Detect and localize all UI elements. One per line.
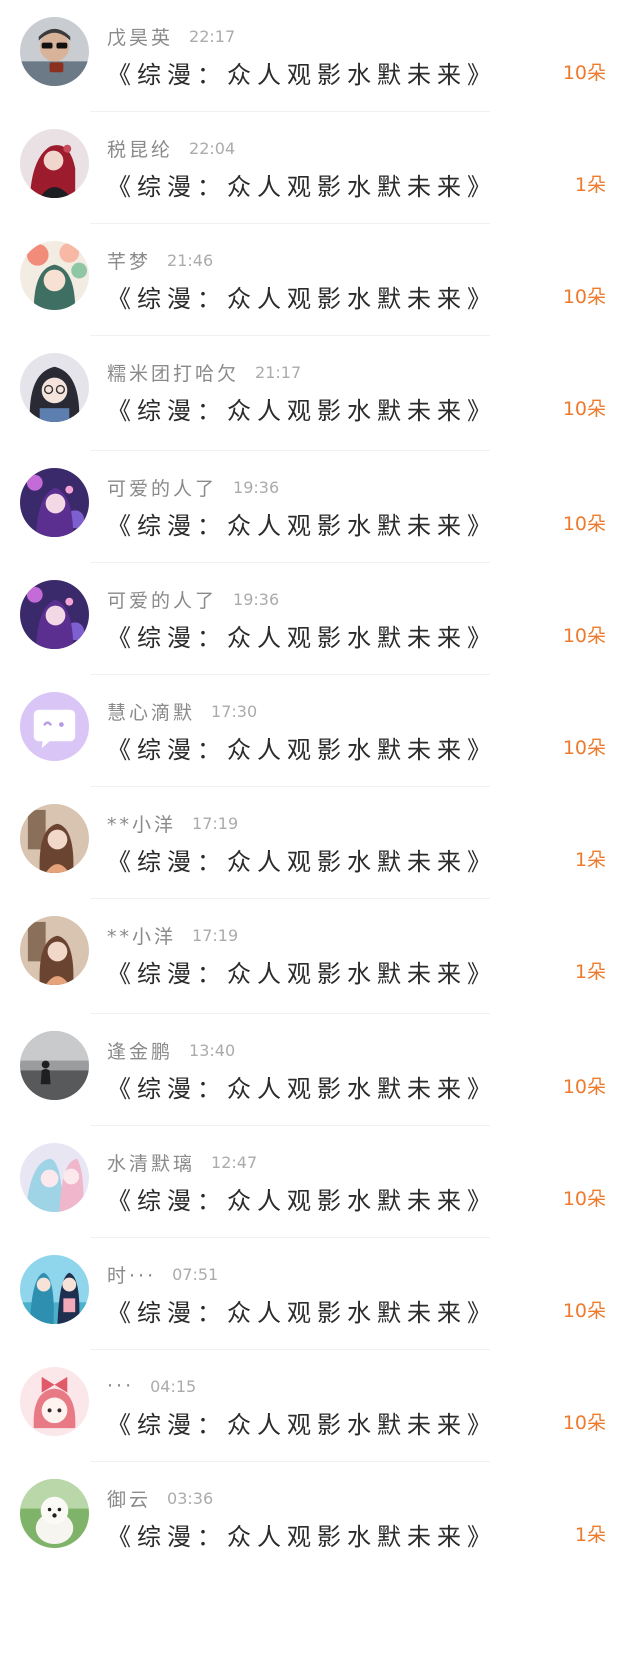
gift-count: 10朵 xyxy=(562,1188,606,1210)
avatar-couple-beach-icon xyxy=(20,1255,89,1324)
avatar-brown-hair-girl-icon xyxy=(20,916,89,985)
user-name[interactable]: 芊梦 xyxy=(107,247,151,274)
gift-count: 1朵 xyxy=(574,849,606,871)
avatar[interactable] xyxy=(20,468,89,537)
list-item[interactable]: **小洋 17:19 《综漫：众人观影水默未来》 1朵 xyxy=(0,899,640,1014)
avatar-purple-anime-icon xyxy=(20,468,89,537)
timestamp: 17:19 xyxy=(192,813,239,833)
avatar-chibi-bow-icon xyxy=(20,1367,89,1436)
gift-count: 10朵 xyxy=(562,1076,606,1098)
user-name[interactable]: 糯米团打哈欠 xyxy=(107,359,239,386)
list-item[interactable]: 戊昊英 22:17 《综漫：众人观影水默未来》 10朵 xyxy=(0,0,640,112)
avatar[interactable] xyxy=(20,1031,89,1100)
avatar[interactable] xyxy=(20,353,89,422)
avatar[interactable] xyxy=(20,129,89,198)
avatar[interactable] xyxy=(20,1143,89,1212)
timestamp: 17:19 xyxy=(192,925,239,945)
avatar[interactable] xyxy=(20,1367,89,1436)
user-name[interactable]: 可爱的人了 xyxy=(107,474,217,501)
book-title[interactable]: 《综漫：众人观影水默未来》 xyxy=(107,1405,497,1440)
gift-count: 10朵 xyxy=(562,398,606,420)
avatar-sea-silhouette-icon xyxy=(20,1031,89,1100)
list-item[interactable]: ··· 04:15 《综漫：众人观影水默未来》 10朵 xyxy=(0,1350,640,1462)
avatar-glasses-girl-icon xyxy=(20,353,89,422)
list-item[interactable]: 逢金鹏 13:40 《综漫：众人观影水默未来》 10朵 xyxy=(0,1014,640,1126)
user-name[interactable]: 逢金鹏 xyxy=(107,1037,173,1064)
timestamp: 04:15 xyxy=(150,1376,197,1396)
avatar[interactable] xyxy=(20,804,89,873)
list-item[interactable]: 税昆纶 22:04 《综漫：众人观影水默未来》 1朵 xyxy=(0,112,640,224)
book-title[interactable]: 《综漫：众人观影水默未来》 xyxy=(107,1517,497,1552)
book-title[interactable]: 《综漫：众人观影水默未来》 xyxy=(107,506,497,541)
avatar[interactable] xyxy=(20,17,89,86)
user-name[interactable]: **小洋 xyxy=(107,922,176,949)
timestamp: 19:36 xyxy=(233,477,280,497)
timestamp: 19:36 xyxy=(233,589,280,609)
list-item[interactable]: **小洋 17:19 《综漫：众人观影水默未来》 1朵 xyxy=(0,787,640,899)
book-title[interactable]: 《综漫：众人观影水默未来》 xyxy=(107,279,497,314)
user-name[interactable]: **小洋 xyxy=(107,810,176,837)
timestamp: 21:17 xyxy=(255,362,302,382)
avatar[interactable] xyxy=(20,916,89,985)
avatar-purple-anime-icon xyxy=(20,580,89,649)
avatar-default-chat-icon xyxy=(20,692,89,761)
gift-count: 1朵 xyxy=(574,174,606,196)
user-name[interactable]: ··· xyxy=(107,1375,134,1397)
user-name[interactable]: 水清默璃 xyxy=(107,1149,195,1176)
avatar-man-sunglasses-icon xyxy=(20,17,89,86)
gift-count: 10朵 xyxy=(562,286,606,308)
timestamp: 17:30 xyxy=(211,701,258,721)
avatar-white-dog-icon xyxy=(20,1479,89,1548)
gift-count: 10朵 xyxy=(562,513,606,535)
user-name[interactable]: 御云 xyxy=(107,1485,151,1512)
gift-count: 1朵 xyxy=(574,1524,606,1546)
gift-count: 10朵 xyxy=(562,625,606,647)
avatar[interactable] xyxy=(20,580,89,649)
user-name[interactable]: 税昆纶 xyxy=(107,135,173,162)
timestamp: 22:17 xyxy=(189,26,236,46)
gift-record-list: 戊昊英 22:17 《综漫：众人观影水默未来》 10朵 税昆纶 22:04 《综… xyxy=(0,0,640,1574)
list-item[interactable]: 糯米团打哈欠 21:17 《综漫：众人观影水默未来》 10朵 xyxy=(0,336,640,451)
list-item[interactable]: 时··· 07:51 《综漫：众人观影水默未来》 10朵 xyxy=(0,1238,640,1350)
timestamp: 12:47 xyxy=(211,1152,258,1172)
avatar-flower-girl-icon xyxy=(20,241,89,310)
avatar[interactable] xyxy=(20,692,89,761)
book-title[interactable]: 《综漫：众人观影水默未来》 xyxy=(107,1069,497,1104)
user-name[interactable]: 时··· xyxy=(107,1261,156,1288)
list-item[interactable]: 芊梦 21:46 《综漫：众人观影水默未来》 10朵 xyxy=(0,224,640,336)
book-title[interactable]: 《综漫：众人观影水默未来》 xyxy=(107,391,497,426)
avatar[interactable] xyxy=(20,1479,89,1548)
avatar[interactable] xyxy=(20,1255,89,1324)
list-item[interactable]: 御云 03:36 《综漫：众人观影水默未来》 1朵 xyxy=(0,1462,640,1574)
avatar-pastel-anime-icon xyxy=(20,1143,89,1212)
timestamp: 21:46 xyxy=(167,250,214,270)
book-title[interactable]: 《综漫：众人观影水默未来》 xyxy=(107,167,497,202)
book-title[interactable]: 《综漫：众人观影水默未来》 xyxy=(107,842,497,877)
gift-count: 1朵 xyxy=(574,961,606,983)
user-name[interactable]: 慧心滴默 xyxy=(107,698,195,725)
gift-count: 10朵 xyxy=(562,1412,606,1434)
list-item[interactable]: 慧心滴默 17:30 《综漫：众人观影水默未来》 10朵 xyxy=(0,675,640,787)
timestamp: 13:40 xyxy=(189,1040,236,1060)
list-item[interactable]: 可爱的人了 19:36 《综漫：众人观影水默未来》 10朵 xyxy=(0,451,640,563)
avatar-brown-hair-girl-icon xyxy=(20,804,89,873)
gift-count: 10朵 xyxy=(562,1300,606,1322)
avatar-red-hair-girl-icon xyxy=(20,129,89,198)
timestamp: 03:36 xyxy=(167,1488,214,1508)
book-title[interactable]: 《综漫：众人观影水默未来》 xyxy=(107,55,497,90)
gift-count: 10朵 xyxy=(562,737,606,759)
list-item[interactable]: 可爱的人了 19:36 《综漫：众人观影水默未来》 10朵 xyxy=(0,563,640,675)
book-title[interactable]: 《综漫：众人观影水默未来》 xyxy=(107,954,497,989)
book-title[interactable]: 《综漫：众人观影水默未来》 xyxy=(107,730,497,765)
timestamp: 22:04 xyxy=(189,138,236,158)
user-name[interactable]: 可爱的人了 xyxy=(107,586,217,613)
gift-count: 10朵 xyxy=(562,62,606,84)
user-name[interactable]: 戊昊英 xyxy=(107,23,173,50)
book-title[interactable]: 《综漫：众人观影水默未来》 xyxy=(107,618,497,653)
list-item[interactable]: 水清默璃 12:47 《综漫：众人观影水默未来》 10朵 xyxy=(0,1126,640,1238)
book-title[interactable]: 《综漫：众人观影水默未来》 xyxy=(107,1293,497,1328)
timestamp: 07:51 xyxy=(172,1264,219,1284)
avatar[interactable] xyxy=(20,241,89,310)
book-title[interactable]: 《综漫：众人观影水默未来》 xyxy=(107,1181,497,1216)
